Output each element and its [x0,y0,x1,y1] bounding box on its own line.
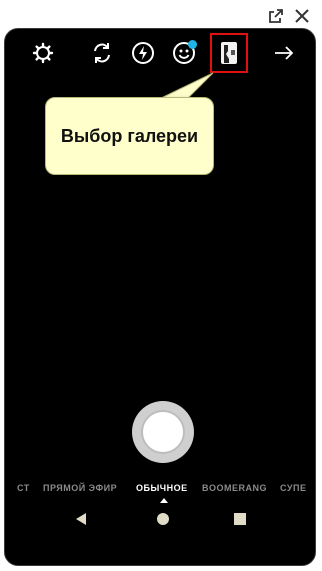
active-mode-indicator [160,498,168,503]
phone-screen: Выбор галереи СТ ПРЯМОЙ ЭФИР ОБЫЧНОЕ BOO… [4,28,316,566]
external-link-icon[interactable] [266,6,286,26]
arrow-right-icon[interactable] [270,39,298,67]
recent-apps-icon[interactable] [230,509,250,529]
window-controls [266,6,312,26]
shutter-button[interactable] [132,401,194,463]
tooltip-callout: Выбор галереи [45,97,214,175]
notification-dot [188,40,197,49]
mode-superzoom[interactable]: СУПЕ [280,483,306,493]
flip-camera-icon[interactable] [88,39,116,67]
home-icon[interactable] [153,509,173,529]
gallery-highlight-frame [210,33,248,73]
flash-icon[interactable] [129,39,157,67]
mode-live[interactable]: ПРЯМОЙ ЭФИР [43,483,117,493]
mode-boomerang[interactable]: BOOMERANG [202,483,267,493]
back-icon[interactable] [71,509,91,529]
mode-live-text[interactable]: СТ [17,483,30,493]
shutter-inner [141,410,185,454]
capture-mode-selector: СТ ПРЯМОЙ ЭФИР ОБЫЧНОЕ BOOMERANG СУПЕ [5,483,315,497]
close-icon[interactable] [292,6,312,26]
mode-normal[interactable]: ОБЫЧНОЕ [136,483,188,493]
settings-icon[interactable] [29,39,57,67]
tooltip-text: Выбор галереи [60,125,199,146]
